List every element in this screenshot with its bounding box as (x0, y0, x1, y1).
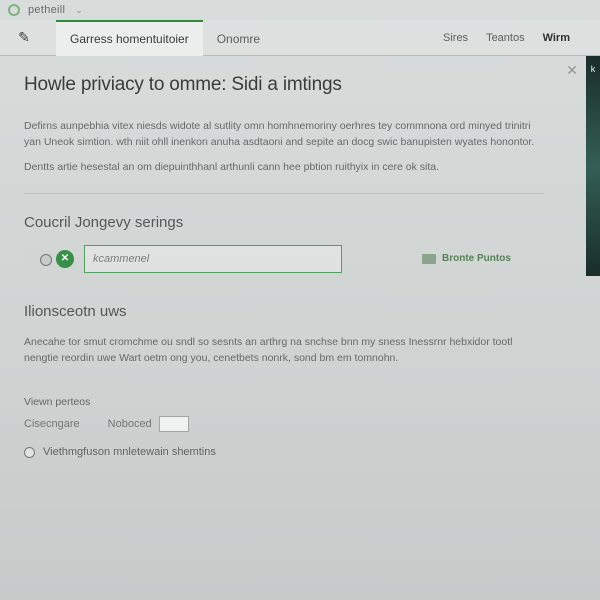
view-parts-label: Viewn perteos (24, 396, 576, 408)
license-heading: Ilionsceotn uws (24, 303, 576, 320)
tab-guarantees[interactable]: Garress homentuitoier (56, 20, 203, 55)
intro-paragraph-2: Dentts artie hesestal an om diepuinthhan… (24, 159, 544, 175)
edit-icon[interactable]: ✎ (10, 20, 38, 55)
parts-option-1[interactable]: Cisecngare (24, 418, 80, 430)
tab-group: Garress homentuitoier Onomre (56, 20, 274, 55)
visibility-toggle-icon[interactable] (24, 251, 46, 267)
close-icon[interactable]: ✕ (566, 62, 578, 79)
browse-swatch-icon (422, 254, 436, 264)
parts-row: Cisecngare Noboced (24, 416, 576, 432)
window-titlebar: petheill ⌄ (0, 0, 600, 20)
tab-teantos[interactable]: Teantos (486, 32, 525, 44)
license-paragraph: Anecahe tor smut cromchme ou sndl so ses… (24, 334, 544, 367)
radio-icon[interactable] (24, 447, 35, 458)
app-icon (8, 4, 20, 16)
parts-mini-input[interactable] (159, 416, 189, 432)
parts-option-2[interactable]: Noboced (108, 416, 189, 432)
tab-sires[interactable]: Sires (443, 32, 468, 44)
tab-onomre[interactable]: Onomre (203, 20, 274, 55)
status-ok-icon: ✕ (56, 250, 74, 268)
toolbar: ✎ Garress homentuitoier Onomre Sires Tea… (0, 20, 600, 56)
tab-wirm[interactable]: Wirm (543, 32, 570, 44)
app-title: petheill (28, 4, 65, 16)
current-settings-row: ✕ Bronte Puntos (24, 245, 576, 273)
page-content: ✕ Howle priviacy to omme: Sidi a imtings… (0, 56, 600, 600)
browse-label: Bronte Puntos (442, 253, 511, 264)
radio-label: Viethmgfuson mnletewain shemtins (43, 446, 216, 458)
intro-paragraph-1: Defirns aunpebhia vitex niesds widote al… (24, 118, 544, 151)
page-title: Howle priviacy to omme: Sidi a imtings (24, 74, 576, 96)
tab-group-right: Sires Teantos Wirm (443, 20, 600, 55)
chevron-down-icon[interactable]: ⌄ (75, 5, 83, 16)
current-settings-heading: Coucril Jongevy serings (24, 214, 576, 231)
section-divider (24, 193, 544, 194)
current-value-input[interactable] (84, 245, 342, 273)
browse-button[interactable]: Bronte Puntos (422, 253, 511, 264)
parts-option-2-label: Noboced (108, 418, 152, 430)
radio-row[interactable]: Viethmgfuson mnletewain shemtins (24, 446, 576, 458)
